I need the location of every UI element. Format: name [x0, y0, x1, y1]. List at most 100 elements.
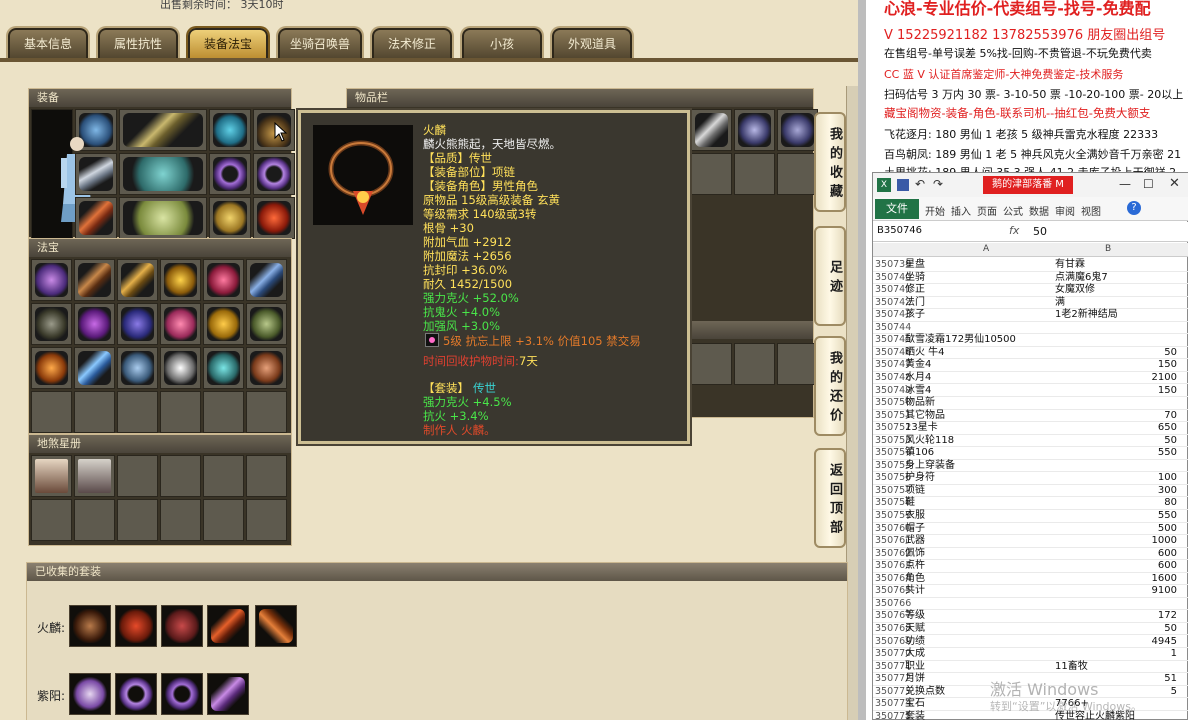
cell-b[interactable]: 550: [1158, 510, 1177, 523]
sheet-row[interactable]: 350757 项链 300: [873, 485, 1188, 498]
tab-attributes[interactable]: 属性抗性: [96, 26, 180, 60]
cell-b[interactable]: 1600: [1152, 573, 1177, 586]
sheet-row[interactable]: 350743 孩子 1老2新神结局: [873, 309, 1188, 322]
sheet-row[interactable]: 350742 法门满: [873, 297, 1188, 310]
cell-a[interactable]: 风火轮118: [905, 435, 954, 448]
cell-b[interactable]: 600: [1158, 548, 1177, 561]
equip-slot-weapon[interactable]: [119, 109, 207, 151]
cell-b[interactable]: 点满魔6鬼7: [1055, 272, 1108, 285]
fabao-slot[interactable]: [203, 347, 244, 389]
cell-b[interactable]: 51: [1164, 673, 1177, 686]
sheet-row[interactable]: 350740 坐骑 点满魔6鬼7: [873, 272, 1188, 285]
redo-icon[interactable]: ↷: [933, 177, 943, 191]
name-box[interactable]: B350746: [877, 225, 957, 239]
cell-b[interactable]: 5: [1171, 686, 1177, 699]
cell-a[interactable]: 星盘: [905, 259, 925, 272]
fabao-slot[interactable]: [160, 259, 201, 301]
sheet-row[interactable]: 350766: [873, 598, 1188, 611]
cell-a[interactable]: 套装: [905, 711, 925, 720]
equip-slot-bracelet[interactable]: [209, 197, 251, 239]
tab-appearance[interactable]: 外观道具: [550, 26, 634, 60]
set-piece-icon[interactable]: [115, 605, 157, 647]
equip-slot-boots[interactable]: [119, 197, 207, 239]
cell-a[interactable]: 其它物品: [905, 410, 945, 423]
cell-b[interactable]: 1000: [1152, 535, 1177, 548]
sheet-row[interactable]: 350752 13星卡 650: [873, 422, 1188, 435]
fabao-slot[interactable]: [246, 347, 287, 389]
help-icon[interactable]: ?: [1127, 201, 1141, 215]
cell-b[interactable]: 11畜牧: [1055, 661, 1088, 674]
sheet-row[interactable]: 350760 帽子 500: [873, 523, 1188, 536]
cell-b[interactable]: 有甘霖: [1055, 259, 1085, 272]
column-header-b[interactable]: B: [1105, 244, 1111, 254]
maximize-icon[interactable]: ☐: [1143, 177, 1154, 191]
set-piece-icon[interactable]: [207, 673, 249, 715]
function-icon[interactable]: fx: [1009, 224, 1019, 237]
sheet-row[interactable]: 350751 其它物品 70: [873, 410, 1188, 423]
set-piece-icon[interactable]: [115, 673, 157, 715]
cell-a[interactable]: 角色: [905, 573, 925, 586]
tab-children[interactable]: 小孩: [460, 26, 544, 60]
cell-a[interactable]: 大成: [905, 648, 925, 661]
tab-spell-mods[interactable]: 法术修正: [370, 26, 454, 60]
cell-b[interactable]: 300: [1158, 485, 1177, 498]
sheet-row[interactable]: 350753 风火轮118 50: [873, 435, 1188, 448]
cell-a[interactable]: 修正: [905, 284, 925, 297]
cell-b[interactable]: 9100: [1152, 585, 1177, 598]
sheet-row[interactable]: 350744: [873, 322, 1188, 335]
equip-slot-charm[interactable]: [253, 197, 295, 239]
sheet-row[interactable]: 350755 身上穿装备: [873, 460, 1188, 473]
tab-basic-info[interactable]: 基本信息: [6, 26, 90, 60]
fabao-slot[interactable]: [31, 303, 72, 345]
equip-slot-armor[interactable]: [75, 153, 117, 195]
cell-b[interactable]: 70: [1164, 410, 1177, 423]
cell-a[interactable]: 冰雪4: [905, 385, 931, 398]
cell-b[interactable]: 4945: [1152, 636, 1177, 649]
cell-a[interactable]: 13星卡: [905, 422, 938, 435]
cell-b[interactable]: 80: [1164, 497, 1177, 510]
cell-b[interactable]: 600: [1158, 560, 1177, 573]
sheet-row[interactable]: 350767 等级 172: [873, 610, 1188, 623]
cell-a[interactable]: 佩饰: [905, 548, 925, 561]
sheet-row[interactable]: 350750 物品新: [873, 397, 1188, 410]
fabao-slot[interactable]: [203, 303, 244, 345]
cell-b[interactable]: 500: [1158, 523, 1177, 536]
equip-slot-accessory[interactable]: [209, 109, 251, 151]
fabao-slot[interactable]: [160, 303, 201, 345]
cell-a[interactable]: 坐骑: [905, 272, 925, 285]
fabao-slot[interactable]: [160, 347, 201, 389]
set-piece-icon[interactable]: [69, 605, 111, 647]
cell-a[interactable]: 法门: [905, 297, 925, 310]
sheet-row[interactable]: 350762 佩饰 600: [873, 548, 1188, 561]
cell-a[interactable]: 等级: [905, 610, 925, 623]
sheet-row[interactable]: 350768 天赋 50: [873, 623, 1188, 636]
ribbon-tab-view[interactable]: 视图: [1081, 203, 1101, 218]
cell-a[interactable]: 项链: [905, 485, 925, 498]
tab-equipment-fabao[interactable]: 装备法宝: [186, 26, 270, 60]
minimize-icon[interactable]: —: [1119, 177, 1131, 191]
cell-b[interactable]: 172: [1158, 610, 1177, 623]
set-piece-icon[interactable]: [207, 605, 249, 647]
cell-b[interactable]: 100: [1158, 472, 1177, 485]
cell-a[interactable]: 黄金4: [905, 359, 931, 372]
close-icon[interactable]: ✕: [1169, 176, 1180, 191]
cell-b[interactable]: 女魔双修: [1055, 284, 1095, 297]
sheet-row[interactable]: 350765 共计 9100: [873, 585, 1188, 598]
cell-a[interactable]: 歃雪凌霜172男仙10500: [905, 334, 1016, 347]
cell-a[interactable]: 水月4: [905, 372, 931, 385]
cell-a[interactable]: 镇106: [905, 447, 934, 460]
star-card-slot[interactable]: [74, 455, 115, 497]
back-to-top-button[interactable]: 返回顶部: [814, 448, 846, 548]
cell-a[interactable]: 护身符: [905, 472, 935, 485]
cell-a[interactable]: 点杵: [905, 560, 925, 573]
cell-a[interactable]: 天赋: [905, 623, 925, 636]
ribbon-tab-data[interactable]: 数据: [1029, 203, 1049, 218]
cell-a[interactable]: 晒火 牛4: [905, 347, 945, 360]
cell-a[interactable]: 功绩: [905, 636, 925, 649]
fabao-slot[interactable]: [74, 347, 115, 389]
fabao-slot[interactable]: [117, 259, 158, 301]
formula-input[interactable]: 50: [1033, 225, 1047, 238]
star-card-slot[interactable]: [31, 455, 72, 497]
cell-a[interactable]: 孩子: [905, 309, 925, 322]
sheet-row[interactable]: 350770 大成 1: [873, 648, 1188, 661]
